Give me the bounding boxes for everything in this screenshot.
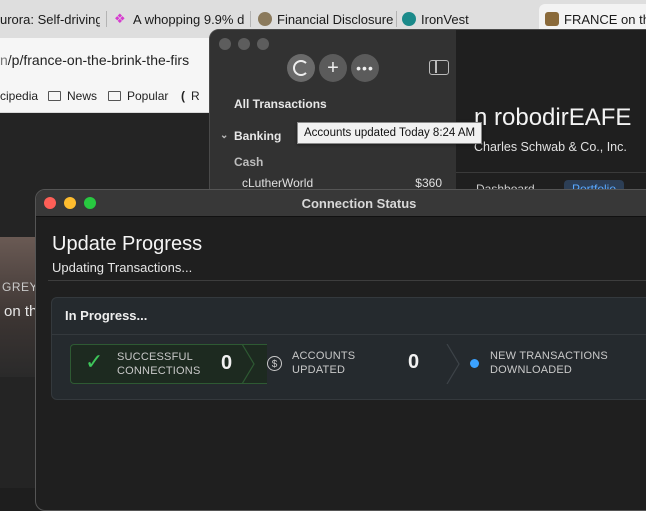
stage-label: ACCOUNTS UPDATED xyxy=(292,350,356,376)
update-progress-heading: Update Progress xyxy=(52,233,203,255)
app-sidebar: + ••• All Transactions ⌄ Banking Cash cL… xyxy=(210,30,456,200)
sync-icon xyxy=(293,60,309,76)
panel-title: In Progress... xyxy=(65,308,148,323)
sidebar-toggle-icon[interactable] xyxy=(429,60,449,75)
institution-name: Charles Schwab & Co., Inc. xyxy=(474,140,627,154)
stage-label: NEW TRANSACTIONS DOWNLOADED xyxy=(490,350,608,376)
tab-separator xyxy=(106,11,107,27)
window-titlebar[interactable]: Connection Status xyxy=(36,190,646,217)
connection-status-window: Connection Status Update Progress Updati… xyxy=(35,189,646,511)
minimize-window-button[interactable] xyxy=(238,38,250,50)
stage-count: 0 xyxy=(408,351,420,373)
sidebar-section-banking[interactable]: Banking xyxy=(234,129,281,143)
tab-separator xyxy=(396,11,397,27)
window-title: Connection Status xyxy=(301,196,417,211)
bookmark-logo-icon: ( xyxy=(181,89,185,103)
sidebar-account-row[interactable]: cLutherWorld $360 xyxy=(242,176,442,190)
browser-tab-aurora[interactable]: urora: Self-driving xyxy=(0,8,100,30)
dollar-circle-icon: $ xyxy=(267,356,282,371)
stage-accounts-updated: $ ACCOUNTS UPDATED 0 xyxy=(259,344,447,382)
add-button[interactable]: + xyxy=(319,54,347,82)
zoom-window-button[interactable] xyxy=(257,38,269,50)
tab-separator xyxy=(250,11,251,27)
ellipsis-icon: ••• xyxy=(356,60,374,76)
sync-button[interactable] xyxy=(287,54,315,82)
divider xyxy=(48,280,646,281)
bookmark-r[interactable]: (R xyxy=(181,89,200,103)
news-thumbnail-icon xyxy=(545,12,559,26)
bookmark-news[interactable]: News xyxy=(48,89,97,103)
chevron-right-icon xyxy=(241,344,255,384)
folder-icon xyxy=(48,91,61,101)
account-title: n robodirEAFE xyxy=(474,104,632,131)
stage-successful-connections: ✓ SUCCESSFUL CONNECTIONS 0 xyxy=(70,344,267,384)
tab-label: Financial Disclosure xyxy=(277,11,394,27)
ironvest-icon xyxy=(402,12,416,26)
stage-count: 0 xyxy=(221,352,233,374)
tab-label: urora: Self-driving xyxy=(0,11,100,27)
divider xyxy=(456,172,646,173)
tab-label: A whopping 9.9% d xyxy=(133,11,245,27)
account-name: cLutherWorld xyxy=(242,176,314,190)
bookmark-wikipedia[interactable]: cipedia xyxy=(0,89,38,103)
sidebar-item-all-transactions[interactable]: All Transactions xyxy=(234,97,327,111)
plus-icon: + xyxy=(327,56,339,79)
blue-dot-icon xyxy=(470,359,479,368)
chevron-down-icon[interactable]: ⌄ xyxy=(220,130,228,141)
seal-icon xyxy=(258,12,272,26)
close-window-button[interactable] xyxy=(44,197,56,209)
browser-tab-whopping[interactable]: ❖ A whopping 9.9% d xyxy=(114,8,246,30)
checkmark-icon: ✓ xyxy=(85,349,104,374)
tab-label: IronVest xyxy=(421,11,469,27)
minimize-window-button[interactable] xyxy=(64,197,76,209)
accounts-app-window: + ••• All Transactions ⌄ Banking Cash cL… xyxy=(209,29,646,201)
app-main-pane: n robodirEAFE Charles Schwab & Co., Inc.… xyxy=(429,30,646,200)
more-button[interactable]: ••• xyxy=(351,54,379,82)
sidebar-group-cash: Cash xyxy=(234,155,264,169)
update-progress-subheading: Updating Transactions... xyxy=(52,260,193,275)
stage-label: SUCCESSFUL CONNECTIONS xyxy=(117,351,201,377)
chevron-right-icon xyxy=(446,344,460,384)
panel-header: In Progress... xyxy=(52,298,646,335)
account-amount: $360 xyxy=(415,176,442,190)
close-window-button[interactable] xyxy=(219,38,231,50)
article-headline[interactable]: on th xyxy=(4,303,37,320)
url-text[interactable]: n/p/france-on-the-brink-the-firs xyxy=(0,52,189,68)
page-grey-text: GREY xyxy=(2,280,39,294)
tab-label: FRANCE on th xyxy=(564,11,646,27)
bookmark-popular[interactable]: Popular xyxy=(108,89,168,103)
browser-tab-ironvest[interactable]: IronVest xyxy=(402,8,532,30)
sync-tooltip: Accounts updated Today 8:24 AM xyxy=(297,122,483,144)
folder-icon xyxy=(108,91,121,101)
progress-panel: In Progress... ✓ SUCCESSFUL CONNECTIONS … xyxy=(51,297,646,400)
browser-tab-financial-disclosure[interactable]: Financial Disclosure xyxy=(258,8,394,30)
butterfly-icon: ❖ xyxy=(114,11,126,26)
stage-new-transactions: NEW TRANSACTIONS DOWNLOADED xyxy=(464,344,646,382)
